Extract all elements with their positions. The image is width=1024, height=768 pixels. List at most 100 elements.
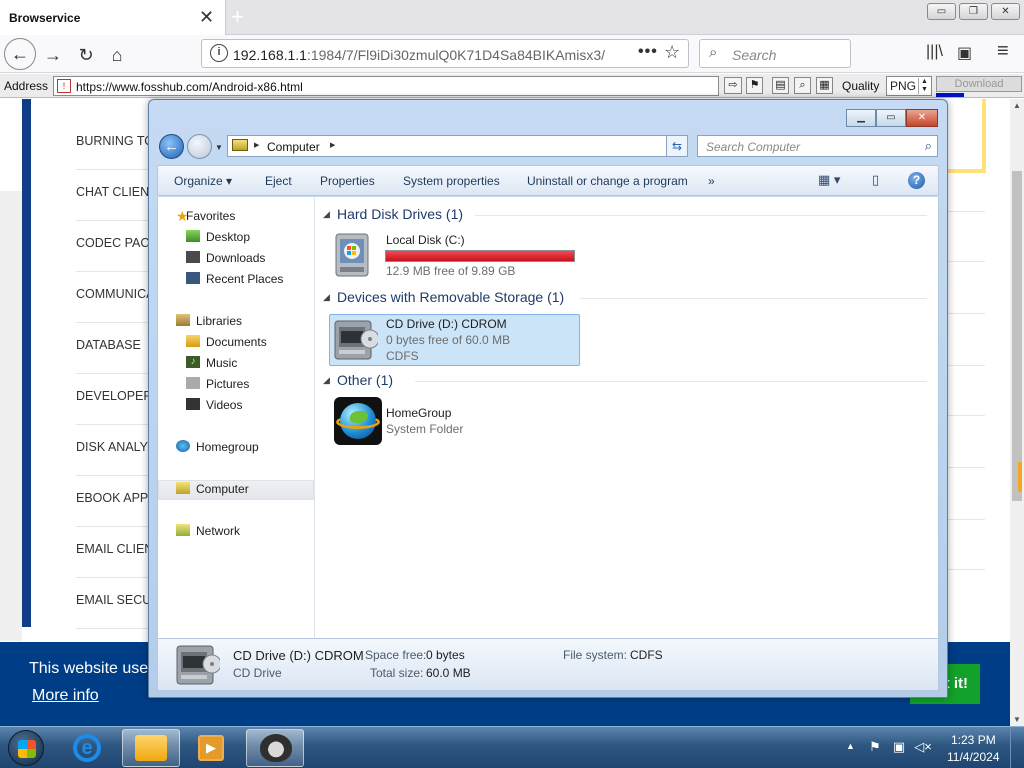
restore-button[interactable]: ❐ <box>959 3 988 20</box>
tab-browservice[interactable]: Browservice ✕ <box>0 0 226 35</box>
page-scrollbar[interactable]: ▲ ▼ <box>1010 99 1024 726</box>
clock-date[interactable]: 11/4/2024 <box>947 750 1000 764</box>
quality-select[interactable]: PNG ▲ ▼ <box>886 76 932 96</box>
details-pane: CD Drive (D:) CDROM CD Drive Space free:… <box>157 638 939 691</box>
nav-videos[interactable]: Videos <box>206 398 242 412</box>
url-bar[interactable]: i 192.168.1.1:1984/7/Fl9iDi30zmulQ0K71D4… <box>201 39 689 68</box>
explorer-search-input[interactable]: Search Computer ⌕ <box>697 135 938 157</box>
minimize-button[interactable]: ▭ <box>927 3 956 20</box>
spinner-arrows-icon[interactable]: ▲ ▼ <box>918 78 930 94</box>
category-link[interactable]: CODEC PACI <box>76 236 153 250</box>
view-options-icon[interactable]: ▦ ▾ <box>818 172 840 188</box>
system-properties-button[interactable]: System properties <box>403 174 500 188</box>
nav-downloads[interactable]: Downloads <box>206 251 265 265</box>
go-button[interactable]: ⇨ <box>724 77 742 94</box>
homegroup-type: System Folder <box>386 422 464 436</box>
breadcrumb-arrow-icon[interactable]: ▶ <box>254 141 259 149</box>
close-window-button[interactable]: ✕ <box>991 3 1020 20</box>
volume-muted-icon[interactable]: ◁× <box>914 739 932 755</box>
nav-network[interactable]: Network <box>196 524 240 538</box>
eject-button[interactable]: Eject <box>265 174 292 188</box>
category-link[interactable]: EBOOK APPS <box>76 491 157 505</box>
start-button[interactable] <box>8 730 44 766</box>
scroll-up-icon[interactable]: ▲ <box>1013 101 1021 110</box>
category-link[interactable]: CHAT CLIEN <box>76 185 149 199</box>
category-link[interactable]: EMAIL SECU <box>76 593 151 607</box>
nav-favorites[interactable]: Favorites <box>186 209 235 223</box>
url-text[interactable]: 192.168.1.1:1984/7/Fl9iDi30zmulQ0K71D4Sa… <box>233 47 605 63</box>
properties-button[interactable]: Properties <box>320 174 375 188</box>
collapse-group-icon[interactable]: ◢ <box>323 209 330 220</box>
show-desktop-button[interactable] <box>1010 727 1024 768</box>
recent-pages-icon[interactable]: ▼ <box>215 143 223 152</box>
category-link[interactable]: DEVELOPER <box>76 389 152 403</box>
reload-button[interactable]: ↻ <box>72 41 100 69</box>
bookmark-icon[interactable]: ⚑ <box>746 77 763 94</box>
network-status-icon[interactable]: ▣ <box>890 739 908 755</box>
nav-computer[interactable]: Computer <box>196 482 249 496</box>
address-field[interactable]: ! https://www.fosshub.com/Android-x86.ht… <box>53 76 719 96</box>
action-center-icon[interactable]: ⚑ <box>866 739 884 755</box>
category-link[interactable]: EMAIL CLIEN <box>76 542 153 556</box>
clock-time[interactable]: 1:23 PM <box>951 733 996 747</box>
nav-libraries[interactable]: Libraries <box>196 314 242 328</box>
collapse-group-icon[interactable]: ◢ <box>323 375 330 386</box>
hamburger-menu-icon[interactable]: ≡ <box>997 40 1009 63</box>
uninstall-program-button[interactable]: Uninstall or change a program <box>527 174 688 188</box>
find-icon[interactable]: ⌕ <box>794 77 811 94</box>
explorer-forward-button[interactable] <box>187 134 212 159</box>
category-link[interactable]: DISK ANALY <box>76 440 148 454</box>
breadcrumb[interactable]: Computer <box>267 140 320 154</box>
raccoon-app-icon <box>260 734 292 762</box>
nav-homegroup[interactable]: Homegroup <box>196 440 259 454</box>
sidebar-icon[interactable]: ▣ <box>957 43 972 63</box>
address-url[interactable]: https://www.fosshub.com/Android-x86.html <box>76 80 303 94</box>
explorer-close-button[interactable]: ✕ <box>906 109 938 127</box>
nav-pictures[interactable]: Pictures <box>206 377 249 391</box>
new-tab-icon[interactable]: + <box>231 4 244 30</box>
collapse-group-icon[interactable]: ◢ <box>323 292 330 303</box>
back-button[interactable]: ← <box>4 38 36 70</box>
group-other[interactable]: Other (1) <box>337 372 393 388</box>
bookmark-star-icon[interactable]: ☆ <box>664 42 680 63</box>
show-hidden-icons[interactable]: ▲ <box>846 741 855 751</box>
clipboard-icon[interactable]: ▦ <box>816 77 833 94</box>
scroll-thumb[interactable] <box>1012 171 1022 501</box>
preview-pane-icon[interactable]: ▯ <box>872 172 879 188</box>
search-icon[interactable]: ⌕ <box>925 138 932 154</box>
site-info-icon[interactable]: i <box>210 44 228 62</box>
refresh-icon[interactable]: ⇆ <box>666 135 688 157</box>
download-button[interactable]: Download <box>936 76 1022 92</box>
cd-drive-item[interactable]: CD Drive (D:) CDROM 0 bytes free of 60.0… <box>329 314 580 366</box>
category-link[interactable]: DATABASE <box>76 338 141 352</box>
category-link[interactable]: BURNING TO <box>76 134 154 148</box>
explorer-address-bar[interactable]: ▶ Computer ▶ ▼ <box>227 135 687 157</box>
help-icon[interactable]: ? <box>908 172 925 189</box>
forward-button[interactable]: → <box>39 41 67 69</box>
breadcrumb-arrow-icon[interactable]: ▶ <box>330 141 335 149</box>
nav-music[interactable]: Music <box>206 356 237 370</box>
organize-button[interactable]: Organize ▾ <box>174 174 232 188</box>
print-icon[interactable]: ▤ <box>772 77 789 94</box>
page-actions-icon[interactable]: ••• <box>638 43 658 61</box>
search-input[interactable]: ⌕ Search <box>699 39 851 68</box>
explorer-back-button[interactable]: ← <box>159 134 184 159</box>
downloads-icon <box>186 251 200 263</box>
home-button[interactable]: ⌂ <box>103 41 131 69</box>
cookie-more-info-link[interactable]: More info <box>32 687 99 705</box>
cd-drive-filesystem: CDFS <box>386 349 419 363</box>
explorer-minimize-button[interactable]: ▁ <box>846 109 876 127</box>
group-removable-storage[interactable]: Devices with Removable Storage (1) <box>337 289 564 305</box>
nav-recent-places[interactable]: Recent Places <box>206 272 283 286</box>
category-link[interactable]: COMMUNICA <box>76 287 154 301</box>
explorer-maximize-button[interactable]: ▭ <box>876 109 906 127</box>
nav-documents[interactable]: Documents <box>206 335 267 349</box>
scroll-down-icon[interactable]: ▼ <box>1013 715 1021 724</box>
tab-close-icon[interactable]: ✕ <box>199 8 214 26</box>
more-commands-icon[interactable]: » <box>708 174 715 188</box>
folder-icon <box>135 735 167 761</box>
library-icon[interactable]: |||\ <box>926 43 943 61</box>
nav-desktop[interactable]: Desktop <box>206 230 250 244</box>
total-size-label: Total size: <box>370 666 424 680</box>
group-hard-disk-drives[interactable]: Hard Disk Drives (1) <box>337 206 463 222</box>
